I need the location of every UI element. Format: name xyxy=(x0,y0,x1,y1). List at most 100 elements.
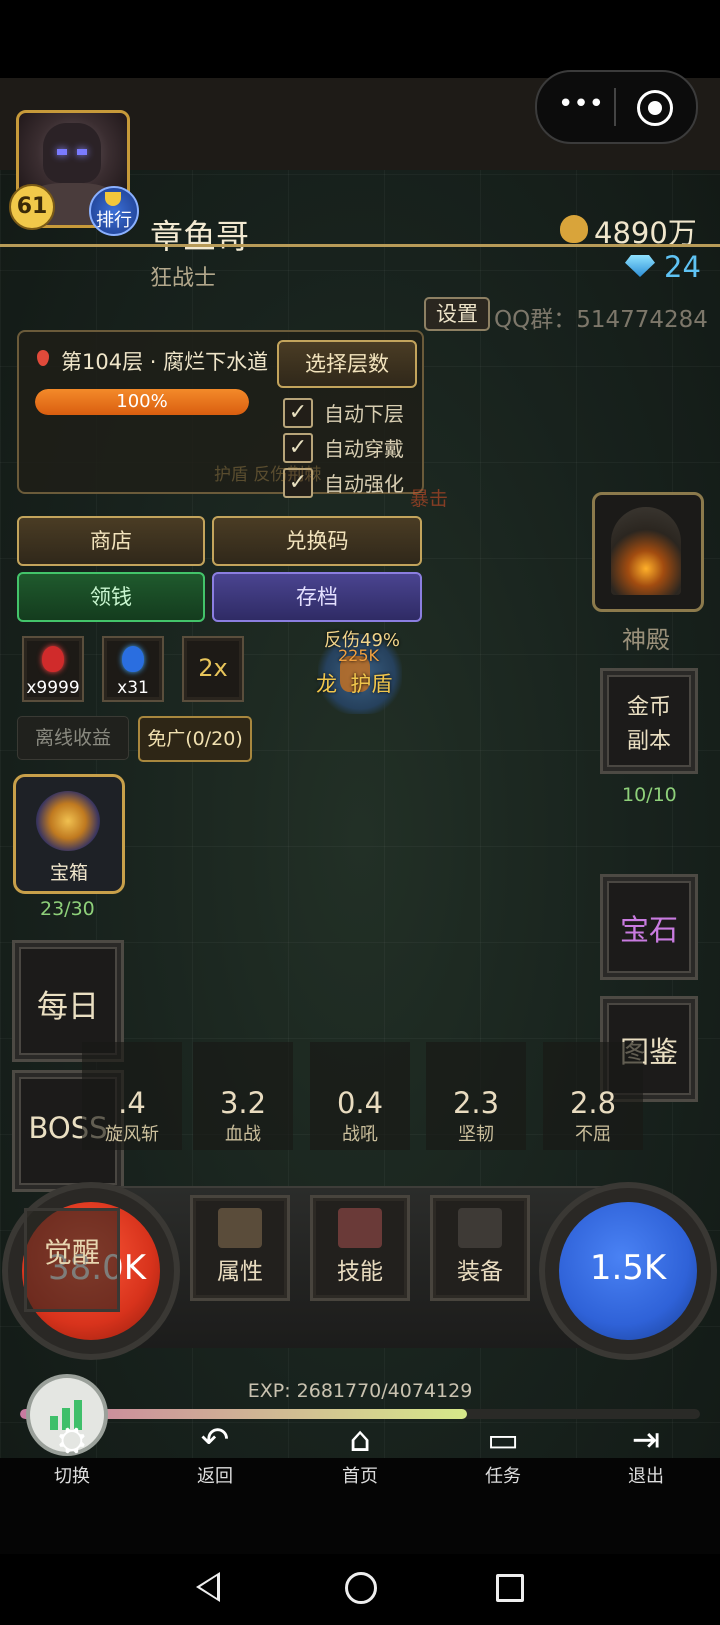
nav-exit-label: 退出 xyxy=(628,1466,664,1487)
shop-button[interactable]: 商店 xyxy=(17,516,205,566)
spellbook-icon xyxy=(338,1208,382,1248)
temple-button[interactable] xyxy=(592,492,704,612)
attributes-label: 属性 xyxy=(217,1259,263,1285)
combat-text-damage: 225K xyxy=(338,646,380,665)
close-target-icon[interactable] xyxy=(637,90,673,126)
daily-label: 每日 xyxy=(37,989,99,1025)
skill-name: 坚韧 xyxy=(458,1124,494,1145)
skills-label: 技能 xyxy=(337,1259,383,1285)
divider xyxy=(614,88,616,126)
player-name: 章鱼哥 xyxy=(150,217,249,256)
skill-tenacity[interactable]: 2.3 坚韧 xyxy=(426,1042,526,1150)
skill-name: 不屈 xyxy=(575,1124,611,1145)
auto-equip-label: 自动穿戴 xyxy=(324,437,404,461)
nav-back-label: 返回 xyxy=(197,1466,233,1487)
speed-2x-button[interactable]: 2x xyxy=(182,636,244,702)
auto-next-label: 自动下层 xyxy=(324,402,404,426)
skill-value: 2.8 xyxy=(569,1086,617,1120)
skill-blood-battle[interactable]: 3.2 血战 xyxy=(193,1042,293,1150)
back-arrow-icon: ↶ xyxy=(200,1420,230,1460)
miniprogram-capsule: ••• xyxy=(535,70,698,144)
gold-dungeon-count: 10/10 xyxy=(622,784,677,806)
equipment-label: 装备 xyxy=(457,1259,503,1285)
gem-button[interactable]: 宝石 xyxy=(600,874,698,980)
equipment-button[interactable]: 装备 xyxy=(430,1195,530,1301)
system-back-icon-inner xyxy=(200,1576,217,1598)
armor-icon xyxy=(458,1208,502,1248)
gold-dungeon-line1: 金币 xyxy=(626,695,671,720)
blue-potion-icon xyxy=(122,646,144,672)
exit-icon: ⇥ xyxy=(631,1420,661,1460)
chest-count: 23/30 xyxy=(40,898,95,920)
skill-unyielding[interactable]: 2.8 不屈 xyxy=(543,1042,643,1150)
skill-name: 血战 xyxy=(225,1124,261,1145)
system-recents-icon[interactable] xyxy=(496,1574,524,1602)
temple-label: 神殿 xyxy=(622,626,670,654)
auto-enhance-label: 自动强化 xyxy=(324,472,404,496)
skill-value: 2.3 xyxy=(452,1086,500,1120)
exp-bar xyxy=(20,1409,700,1419)
nav-home-label: 首页 xyxy=(342,1466,378,1487)
skill-value: 0.4 xyxy=(336,1086,384,1120)
nav-switch-label: 切换 xyxy=(54,1466,90,1487)
chest-icon xyxy=(36,791,100,851)
nav-home[interactable]: ⌂ 首页 xyxy=(310,1420,410,1488)
auto-next-checkbox[interactable]: ✓ xyxy=(283,398,313,428)
awaken-label: 觉醒 xyxy=(43,1236,100,1269)
nav-back[interactable]: ↶ 返回 xyxy=(165,1420,265,1488)
save-game-button[interactable]: 存档 xyxy=(212,572,422,622)
floor-progress-text: 100% xyxy=(116,391,168,412)
temple-gate-icon xyxy=(611,507,681,595)
floor-progress-bar: 100% xyxy=(35,389,249,415)
exp-text: EXP: 2681770/4074129 xyxy=(247,1380,473,1402)
nav-exit[interactable]: ⇥ 退出 xyxy=(596,1420,696,1488)
speed-2x-label: 2x xyxy=(198,654,228,682)
nav-switch[interactable]: ⛭ 切换 xyxy=(22,1420,122,1488)
combat-text-faded-2: 暴击 xyxy=(410,488,449,510)
gold-dungeon-button[interactable]: 金币 副本 xyxy=(600,668,698,774)
skill-value: 3.2 xyxy=(219,1086,267,1120)
level-badge: 61 xyxy=(9,184,55,230)
location-pin-icon xyxy=(37,350,49,366)
money-bag-icon xyxy=(560,215,588,243)
qq-group-text: QQ群：514774284 xyxy=(494,307,708,333)
gold-dungeon-line2: 副本 xyxy=(626,729,671,754)
settings-button[interactable]: 设置 xyxy=(424,297,490,331)
auto-equip-checkbox[interactable]: ✓ xyxy=(283,433,313,463)
skill-war-cry[interactable]: 0.4 战吼 xyxy=(310,1042,410,1150)
skill-name: 战吼 xyxy=(342,1124,378,1145)
hud-divider xyxy=(0,244,720,247)
awaken-button[interactable]: 觉醒 xyxy=(24,1208,120,1312)
select-floor-button[interactable]: 选择层数 xyxy=(277,340,417,388)
red-potion-count: x9999 xyxy=(26,678,80,698)
more-icon[interactable]: ••• xyxy=(555,91,607,118)
combat-text-buff: 龙 护盾 xyxy=(316,672,393,696)
tasks-icon: ▭ xyxy=(486,1420,520,1460)
gem-label: 宝石 xyxy=(619,913,678,947)
attributes-button[interactable]: 属性 xyxy=(190,1195,290,1301)
nav-tasks[interactable]: ▭ 任务 xyxy=(453,1420,553,1488)
redeem-code-button[interactable]: 兑换码 xyxy=(212,516,422,566)
red-potion-icon xyxy=(42,646,64,672)
skill-whirlwind[interactable]: .4 旋风斩 xyxy=(82,1042,182,1150)
diamond-amount: 24 xyxy=(664,250,701,284)
ad-free-button[interactable]: 免广(0/20) xyxy=(138,716,252,762)
system-home-icon[interactable] xyxy=(345,1572,377,1604)
player-class: 狂战士 xyxy=(150,266,217,291)
skills-button[interactable]: 技能 xyxy=(310,1195,410,1301)
crossed-swords-icon xyxy=(218,1208,262,1248)
combat-text-faded: 护盾 反伤荆棘 xyxy=(214,465,322,485)
red-potion-slot[interactable]: x9999 xyxy=(22,636,84,702)
treasure-chest-button[interactable]: 宝箱 xyxy=(13,774,125,894)
blue-potion-slot[interactable]: x31 xyxy=(102,636,164,702)
mp-value: 1.5K xyxy=(589,1248,667,1288)
rank-button[interactable]: 排行 xyxy=(89,186,139,236)
chest-label: 宝箱 xyxy=(49,862,88,884)
home-icon: ⌂ xyxy=(349,1420,371,1460)
switch-icon: ⛭ xyxy=(58,1420,86,1460)
floor-title: 第104层 · 腐烂下水道 xyxy=(61,350,269,374)
rank-label: 排行 xyxy=(96,210,132,231)
collect-money-button[interactable]: 领钱 xyxy=(17,572,205,622)
offline-income-button[interactable]: 离线收益 xyxy=(17,716,129,760)
skill-name: 旋风斩 xyxy=(105,1124,159,1145)
